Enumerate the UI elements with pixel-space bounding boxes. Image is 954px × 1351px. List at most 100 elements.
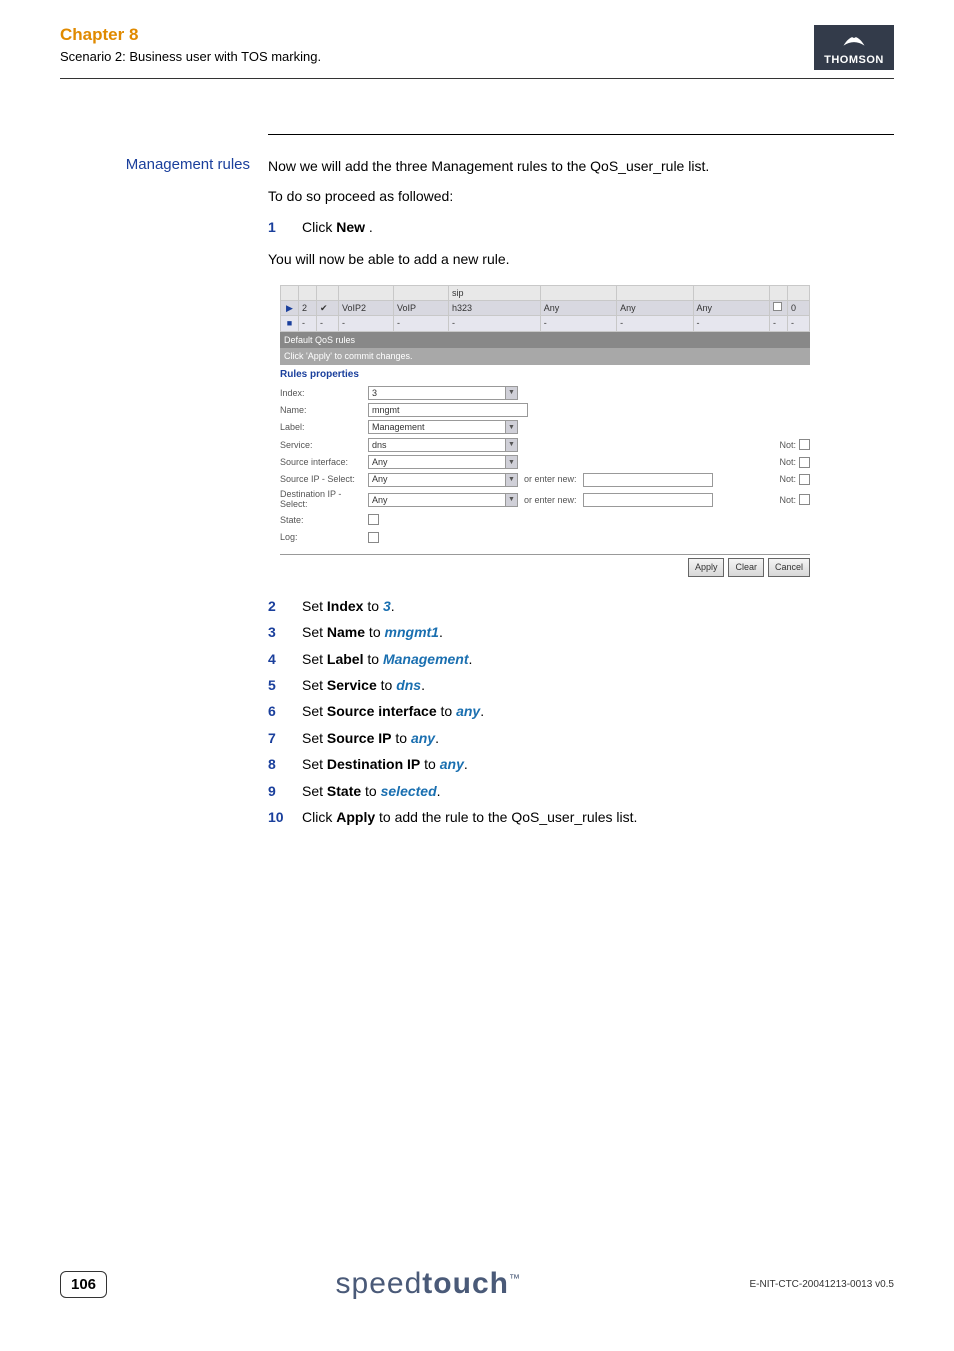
step-text-post: . — [480, 703, 484, 719]
chevron-down-icon[interactable]: ▼ — [505, 474, 517, 486]
step-text-bold: Service — [327, 677, 377, 693]
table-row: sip — [281, 285, 810, 300]
chevron-down-icon[interactable]: ▼ — [505, 421, 517, 433]
step-1-block: 1 Click New . — [268, 216, 894, 238]
label-select[interactable]: Management ▼ — [368, 420, 518, 434]
not-label: Not: — [779, 472, 796, 486]
prop-label: Name: — [280, 403, 368, 417]
step-text: Set Index to 3. — [302, 595, 395, 617]
doc-code: E-NIT-CTC-20041213-0013 v0.5 — [749, 1279, 894, 1290]
step-text-bold: Source IP — [327, 730, 392, 746]
cell — [339, 285, 394, 300]
page-footer: 106 speedtouch™ E-NIT-CTC-20041213-0013 … — [60, 1267, 894, 1301]
cancel-button[interactable]: Cancel — [768, 558, 810, 576]
log-checkbox[interactable] — [368, 532, 379, 543]
step-2: 2Set Index to 3. — [268, 595, 894, 617]
step-text-bold: New — [336, 219, 365, 235]
cell: 2 — [299, 300, 317, 315]
chevron-down-icon[interactable]: ▼ — [505, 456, 517, 468]
logo-swoosh-icon — [840, 31, 868, 49]
step-text-post: . — [391, 598, 395, 614]
step-text-value: 3 — [383, 598, 391, 614]
clear-button[interactable]: Clear — [728, 558, 764, 576]
content-area: Management rules Now we will add the thr… — [60, 134, 894, 838]
chapter-title: Chapter 8 — [60, 25, 321, 45]
cell — [693, 285, 769, 300]
index-select[interactable]: 3 ▼ — [368, 386, 518, 400]
not-checkbox[interactable] — [799, 439, 810, 450]
step-text-pre: Set — [302, 783, 327, 799]
step-text-pre: Set — [302, 598, 327, 614]
step-text-bold: Source interface — [327, 703, 437, 719]
chevron-down-icon[interactable]: ▼ — [505, 439, 517, 451]
cell: - — [693, 316, 769, 331]
embedded-ui: sip ▶ 2 ✔ VoIP2 VoIP h323 Any — [280, 285, 810, 577]
prop-label: Log: — [280, 530, 368, 544]
step-text-bold: Name — [327, 624, 365, 640]
step-text-pre: Click — [302, 219, 336, 235]
step-text-value: any — [440, 756, 464, 772]
srcip-select[interactable]: Any ▼ — [368, 473, 518, 487]
select-value: 3 — [372, 386, 377, 400]
not-checkbox[interactable] — [799, 494, 810, 505]
speedtouch-brand: speedtouch™ — [336, 1267, 521, 1301]
step-text-post: . — [469, 651, 473, 667]
prop-label: Index: — [280, 386, 368, 400]
checkbox-cell[interactable] — [770, 300, 788, 315]
srcip-input[interactable] — [583, 473, 713, 487]
dstip-input[interactable] — [583, 493, 713, 507]
step-text-pre: Set — [302, 677, 327, 693]
state-checkbox[interactable] — [368, 514, 379, 525]
side-column: Management rules — [60, 134, 250, 838]
step-text: Set Source IP to any. — [302, 727, 439, 749]
table-row: ■ - - - - - - - - - - — [281, 316, 810, 331]
name-input[interactable]: mngmt — [368, 403, 528, 417]
prop-row-name: Name: mngmt — [280, 403, 810, 417]
step-text-bold: State — [327, 783, 361, 799]
chevron-down-icon[interactable]: ▼ — [505, 494, 517, 506]
prop-row living: Label: Management ▼ — [280, 420, 810, 434]
step-text: Set Source interface to any. — [302, 700, 484, 722]
not-label: Not: — [779, 438, 796, 452]
dstip-select[interactable]: Any ▼ — [368, 493, 518, 507]
cell: - — [540, 316, 616, 331]
trademark-icon: ™ — [509, 1273, 521, 1285]
step-1: 1 Click New . — [268, 216, 894, 238]
prop-label: Label: — [280, 420, 368, 434]
srcif-select[interactable]: Any ▼ — [368, 455, 518, 469]
step-text-post: . — [365, 219, 373, 235]
not-block: Not: — [779, 493, 810, 507]
page-number: 106 — [60, 1271, 107, 1298]
step-text-value: any — [411, 730, 435, 746]
not-label: Not: — [779, 493, 796, 507]
arrow-icon[interactable]: ▶ — [281, 300, 299, 315]
step-text: Set Destination IP to any. — [302, 753, 468, 775]
step-text-post: . — [421, 677, 425, 693]
not-checkbox[interactable] — [799, 457, 810, 468]
step-text-value: mngmt1 — [385, 624, 439, 640]
step-text-pre: Set — [302, 756, 327, 772]
intro-2: To do so proceed as followed: — [268, 185, 894, 207]
prop-row-state: State: — [280, 513, 810, 527]
not-checkbox[interactable] — [799, 474, 810, 485]
checkbox-cell[interactable]: ✔ — [317, 300, 339, 315]
cell: Any — [693, 300, 769, 315]
cell: - — [770, 316, 788, 331]
cell: VoIP — [394, 300, 449, 315]
prop-row-srcip: Source IP - Select: Any ▼ or enter new: … — [280, 472, 810, 486]
step-number: 10 — [268, 806, 302, 828]
service-select[interactable]: dns ▼ — [368, 438, 518, 452]
cell: - — [788, 316, 810, 331]
square-icon[interactable]: ■ — [281, 316, 299, 331]
page: Chapter 8 Scenario 2: Business user with… — [0, 0, 954, 1351]
step-number: 4 — [268, 648, 302, 670]
step-number: 9 — [268, 780, 302, 802]
cell — [617, 285, 693, 300]
chevron-down-icon[interactable]: ▼ — [505, 387, 517, 399]
scenario-text: Scenario 2: Business user with TOS marki… — [60, 49, 321, 64]
cell: - — [339, 316, 394, 331]
cell: VoIP2 — [339, 300, 394, 315]
or-enter-label: or enter new: — [524, 472, 577, 486]
brand-thin: speed — [336, 1267, 423, 1300]
apply-button[interactable]: Apply — [688, 558, 725, 576]
